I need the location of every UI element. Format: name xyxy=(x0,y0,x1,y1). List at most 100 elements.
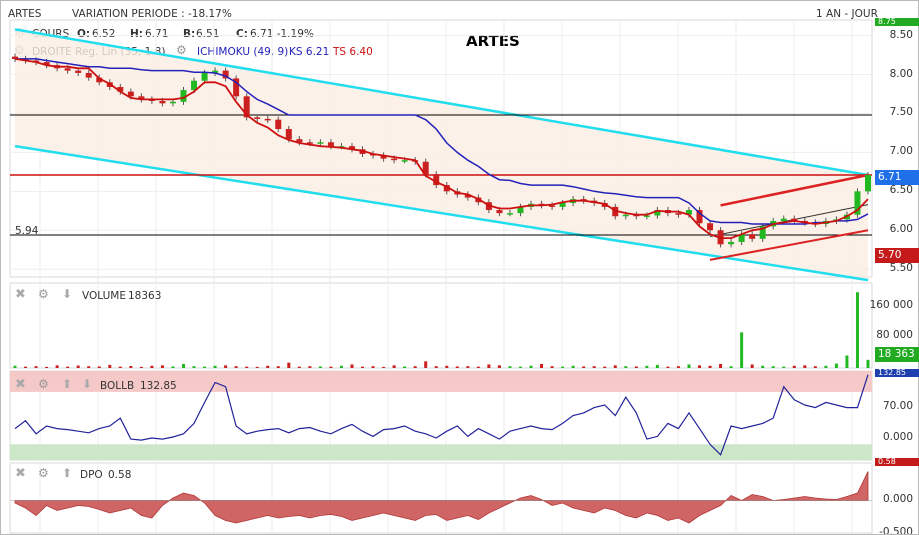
bollb-label: BOLLB xyxy=(100,380,135,392)
volume-bar xyxy=(24,366,28,368)
price-high-badge: 8.75 xyxy=(875,18,919,26)
close-icon[interactable]: ✖ xyxy=(15,377,26,392)
candle-body xyxy=(622,214,629,217)
volume-bar xyxy=(571,365,575,368)
volume-bar xyxy=(729,366,733,368)
volume-bar xyxy=(476,366,480,368)
volume-bar xyxy=(171,366,175,368)
gear-icon[interactable]: ⚙ xyxy=(38,466,49,480)
price-tick: 8.00 xyxy=(889,67,913,80)
volume-bar xyxy=(371,366,375,368)
volume-bar xyxy=(245,366,249,368)
volume-bar xyxy=(150,365,154,368)
volume-bar xyxy=(213,365,217,368)
volume-last-badge: 18 363 xyxy=(875,347,919,362)
arrow-up-icon[interactable]: ⬆ xyxy=(62,466,72,480)
price-tick: 5.50 xyxy=(889,262,913,275)
volume-bar xyxy=(160,365,164,368)
dpo-last-badge: 0.58 xyxy=(875,458,919,466)
candle-body xyxy=(391,158,398,161)
volume-bar xyxy=(287,362,291,368)
volume-bar xyxy=(339,365,343,368)
volume-bar xyxy=(592,366,596,368)
bollb-value: 132.85 xyxy=(140,380,177,392)
candle-body xyxy=(865,174,871,192)
volume-bar xyxy=(740,332,744,368)
close-icon[interactable]: ✖ xyxy=(15,466,26,481)
volume-bar xyxy=(792,365,796,368)
volume-bar xyxy=(550,366,554,368)
volume-bar xyxy=(181,363,185,368)
volume-bar xyxy=(782,366,786,368)
volume-bar xyxy=(97,366,101,368)
volume-bar xyxy=(834,363,838,368)
volume-bar xyxy=(318,366,322,368)
hline-label: 5.94 xyxy=(15,225,39,237)
volume-bar xyxy=(445,365,449,368)
volume-bar xyxy=(634,366,638,368)
candle-body xyxy=(275,119,282,130)
volume-bar xyxy=(508,366,512,368)
price-tick: 6.50 xyxy=(889,184,913,197)
volume-bar xyxy=(761,365,765,368)
bollb-oversold-zone xyxy=(10,444,872,460)
volume-bar xyxy=(203,366,207,368)
volume-bar xyxy=(866,359,870,368)
volume-bar xyxy=(108,364,112,368)
volume-bar xyxy=(603,366,607,368)
volume-bar xyxy=(434,366,438,368)
dpo-tick: -0.500 xyxy=(879,526,913,534)
volume-bar xyxy=(403,366,407,368)
dpo-area xyxy=(14,471,869,524)
dpo-label: DPO xyxy=(80,469,103,481)
gear-icon[interactable]: ⚙ xyxy=(38,287,49,301)
volume-bar xyxy=(497,365,501,368)
volume-bar xyxy=(698,365,702,368)
arrow-down-icon[interactable]: ⬇ xyxy=(62,287,72,301)
candle-body xyxy=(201,72,208,81)
candle-body xyxy=(254,117,261,119)
volume-bar xyxy=(76,365,80,368)
volume-bar xyxy=(224,365,228,368)
candle-body xyxy=(75,70,82,73)
candle-body xyxy=(317,142,324,144)
volume-bar xyxy=(708,365,712,368)
volume-bar xyxy=(139,366,143,368)
gear-icon[interactable]: ⚙ xyxy=(38,377,49,391)
candle-body xyxy=(169,101,176,104)
volume-bar xyxy=(529,365,533,368)
panel-border xyxy=(9,462,873,534)
volume-bar xyxy=(192,366,196,368)
close-icon[interactable]: ✖ xyxy=(15,287,26,302)
candle-body xyxy=(506,213,513,215)
volume-bar xyxy=(645,365,649,368)
bollb-tick: 70.00 xyxy=(882,400,913,412)
volume-bar xyxy=(266,365,270,368)
volume-bar xyxy=(255,366,259,368)
volume-bar xyxy=(66,366,70,368)
volume-bar xyxy=(118,366,122,368)
candle-body xyxy=(707,223,714,231)
volume-bar xyxy=(582,366,586,368)
volume-bar xyxy=(487,364,491,368)
volume-bar xyxy=(803,365,807,368)
volume-bar xyxy=(771,366,775,368)
volume-bar xyxy=(466,366,470,368)
candle-body xyxy=(327,142,334,147)
channel-fill xyxy=(15,29,868,281)
arrow-down-icon[interactable]: ⬇ xyxy=(82,377,92,391)
volume-bar xyxy=(824,365,828,368)
volume-bar xyxy=(613,365,617,368)
volume-bar xyxy=(687,364,691,368)
candle-body xyxy=(64,68,71,71)
volume-bar xyxy=(666,366,670,368)
volume-bar xyxy=(655,364,659,368)
arrow-up-icon[interactable]: ⬆ xyxy=(62,377,72,391)
candle-body xyxy=(496,210,503,214)
volume-bar xyxy=(308,366,312,368)
volume-bar xyxy=(129,365,133,368)
price-tick: 7.50 xyxy=(889,106,913,119)
volume-bar xyxy=(424,361,428,368)
volume-bar xyxy=(392,365,396,368)
volume-bar xyxy=(624,366,628,368)
